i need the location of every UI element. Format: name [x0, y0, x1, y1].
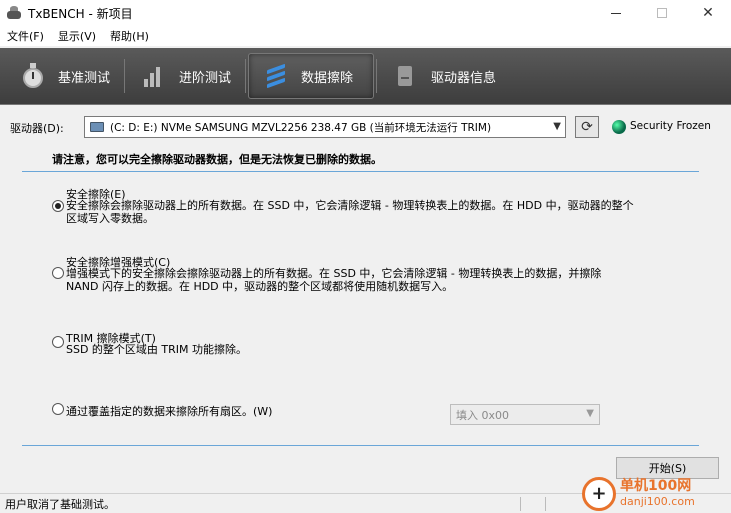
tab-advanced[interactable]: 进阶测试	[127, 53, 243, 99]
tab-drive-info[interactable]: 驱动器信息	[379, 53, 508, 99]
menu-help[interactable]: 帮助(H)	[103, 28, 156, 44]
tab-data-erase[interactable]: 数据擦除	[248, 53, 375, 99]
security-status: Security Frozen	[630, 120, 711, 132]
maximize-button[interactable]	[639, 0, 685, 26]
drive-row: 驱动器(D): (C: D: E:) NVMe SAMSUNG MZVL2256…	[0, 116, 731, 138]
drive-info-icon	[393, 63, 419, 89]
tab-divider	[376, 59, 378, 93]
tab-divider	[124, 59, 126, 93]
radio-trim-erase[interactable]	[52, 336, 64, 348]
desc-line: NAND 闪存上的数据。在 HDD 中，驱动器的整个区域都将使用随机数据写入。	[66, 280, 454, 293]
close-button[interactable]: ✕	[685, 0, 731, 26]
tab-divider	[245, 59, 247, 93]
drive-selected-value: (C: D: E:) NVMe SAMSUNG MZVL2256 238.47 …	[110, 121, 492, 134]
fill-pattern-value: 填入 0x00	[456, 408, 510, 422]
radio-secure-erase[interactable]	[52, 200, 64, 212]
tab-bar: 基准测试 进阶测试 数据擦除 驱动器信息	[0, 48, 731, 104]
maximize-icon	[657, 8, 667, 18]
divider-top	[22, 171, 699, 172]
watermark: + 单机100网 danji100.com	[582, 474, 731, 513]
menu-view[interactable]: 显示(V)	[51, 28, 103, 44]
stopwatch-icon	[20, 63, 46, 89]
close-icon: ✕	[702, 5, 714, 21]
content-border	[0, 104, 731, 105]
desc-line: 安全擦除会擦除驱动器上的所有数据。在 SSD 中，它会清除逻辑 - 物理转换表上…	[66, 199, 634, 212]
window-title: TxBENCH - 新项目	[28, 6, 133, 21]
chevron-down-icon: ▼	[553, 121, 561, 132]
divider-bottom	[22, 445, 699, 446]
status-dividers	[520, 497, 570, 511]
watermark-site-url: danji100.com	[620, 494, 695, 508]
menu-bar: 文件(F) 显示(V) 帮助(H)	[0, 26, 731, 46]
status-text: 用户取消了基础测试。	[5, 497, 115, 511]
tab-benchmark[interactable]: 基准测试	[6, 53, 122, 99]
drive-select[interactable]: (C: D: E:) NVMe SAMSUNG MZVL2256 238.47 …	[84, 116, 566, 138]
app-icon	[6, 5, 22, 21]
refresh-button[interactable]: ⟳	[575, 116, 599, 138]
warning-notice: 请注意，您可以完全擦除驱动器数据，但是无法恢复已删除的数据。	[52, 153, 382, 166]
desc-line: 增强模式下的安全擦除会擦除驱动器上的所有数据。在 SSD 中，它会清除逻辑 - …	[66, 267, 602, 280]
tab-label: 驱动器信息	[431, 70, 497, 86]
chevron-down-icon: ▼	[586, 408, 594, 419]
radio-enhanced-erase[interactable]	[52, 267, 64, 279]
minimize-button[interactable]	[593, 0, 639, 26]
radio-overwrite-erase[interactable]	[52, 403, 64, 415]
option-title: 通过覆盖指定的数据来擦除所有扇区。(W)	[66, 405, 273, 418]
refresh-icon: ⟳	[581, 119, 593, 135]
drive-label: 驱动器(D):	[10, 122, 64, 135]
desc-line: 区域写入零数据。	[66, 212, 154, 225]
desc-line: SSD 的整个区域由 TRIM 功能擦除。	[66, 343, 248, 356]
title-bar: TxBENCH - 新项目 ✕	[0, 0, 731, 26]
option-description: 安全擦除会擦除驱动器上的所有数据。在 SSD 中，它会清除逻辑 - 物理转换表上…	[66, 199, 634, 225]
tab-label: 数据擦除	[301, 70, 354, 86]
option-description: 增强模式下的安全擦除会擦除驱动器上的所有数据。在 SSD 中，它会清除逻辑 - …	[66, 267, 601, 293]
shredder-icon	[263, 63, 289, 89]
minimize-icon	[611, 12, 621, 14]
drive-icon	[90, 122, 104, 132]
watermark-site-name: 单机100网	[620, 477, 692, 494]
tab-label: 进阶测试	[179, 70, 232, 86]
option-description: SSD 的整个区域由 TRIM 功能擦除。	[66, 343, 247, 356]
watermark-logo-icon: +	[582, 476, 616, 511]
security-status-led-icon	[612, 120, 626, 134]
tab-label: 基准测试	[58, 70, 111, 86]
bar-chart-icon	[141, 63, 167, 89]
fill-pattern-select[interactable]: 填入 0x00 ▼	[450, 404, 600, 425]
menu-file[interactable]: 文件(F)	[0, 28, 51, 44]
